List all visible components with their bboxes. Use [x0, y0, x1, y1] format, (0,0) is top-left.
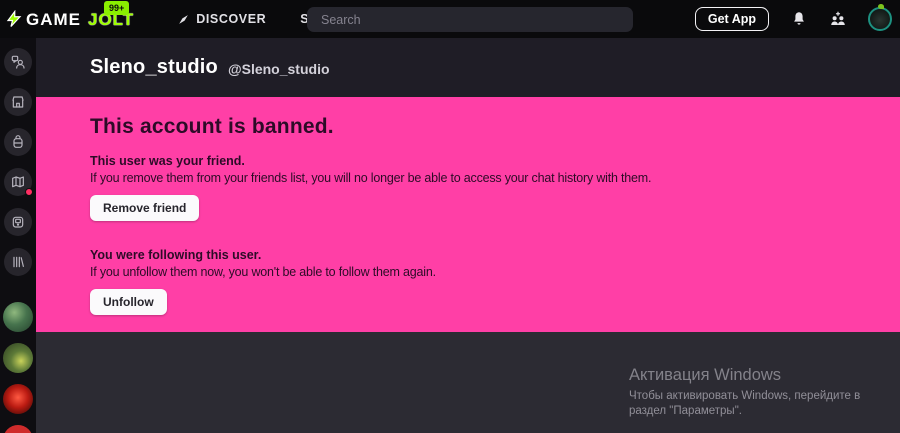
gamejolt-logo[interactable]: GAME JOLT 99+ — [5, 0, 134, 38]
sidebar-quests-button[interactable] — [4, 168, 33, 196]
quests-notification-dot — [25, 188, 33, 196]
friend-heading: This user was your friend. — [90, 154, 245, 168]
watermark-line2: раздел "Параметры". — [629, 405, 742, 417]
sidebar-profile-chat-button[interactable] — [4, 48, 32, 76]
compass-icon — [179, 14, 189, 24]
sidebar-library-button[interactable] — [4, 248, 32, 276]
frog-avatar[interactable] — [3, 302, 33, 332]
sidebar-gamepad-button[interactable] — [4, 208, 32, 236]
follow-section: You were following this user. If you unf… — [90, 248, 846, 315]
page-footer: Активация Windows Чтобы активировать Win… — [36, 332, 900, 433]
profile-display-name: Sleno_studio — [90, 56, 218, 78]
friend-section: This user was your friend. If you remove… — [90, 154, 846, 221]
frog-lips-avatar[interactable] — [3, 343, 33, 373]
left-sidebar — [0, 38, 36, 433]
watermark-title: Активация Windows — [629, 366, 782, 384]
profile-username: @Sleno_studio — [227, 61, 330, 77]
friend-requests-icon[interactable] — [829, 10, 847, 28]
search-input[interactable] — [307, 7, 633, 32]
follow-description: If you unfollow them now, you won't be a… — [90, 265, 436, 279]
topbar-right-group: Get App — [694, 0, 892, 38]
sidebar-store-button[interactable] — [4, 88, 32, 116]
nav-discover-label: DISCOVER — [196, 12, 267, 26]
watermark-line1: Чтобы активировать Windows, перейдите в — [629, 390, 861, 402]
nav-discover[interactable]: DISCOVER — [160, 12, 283, 26]
gamejolt-banned-profile-page: GAME JOLT 99+ DISCOVER STORE ⋮ Get App — [0, 0, 900, 433]
banned-account-banner: This account is banned. This user was yo… — [36, 97, 900, 332]
main-content: Sleno_studio @Sleno_studio This account … — [36, 38, 900, 433]
store-icon — [12, 96, 24, 108]
profile-header: Sleno_studio @Sleno_studio — [36, 38, 900, 97]
notification-count-badge: 99+ — [104, 1, 130, 15]
unfollow-button[interactable]: Unfollow — [90, 289, 167, 315]
sidebar-backpack-button[interactable] — [4, 128, 32, 156]
profile-chat-icon — [11, 55, 25, 69]
user-avatar[interactable] — [868, 4, 892, 31]
topbar: GAME JOLT 99+ DISCOVER STORE ⋮ Get App — [0, 0, 900, 38]
red-creature-avatar[interactable] — [3, 384, 33, 414]
backpack-icon — [13, 135, 23, 148]
banned-title: This account is banned. — [90, 115, 334, 138]
follow-heading: You were following this user. — [90, 248, 262, 262]
remove-friend-button[interactable]: Remove friend — [90, 195, 200, 221]
lightning-bolt-icon — [6, 10, 22, 27]
quests-icon — [12, 176, 24, 188]
friend-description: If you remove them from your friends lis… — [90, 171, 652, 185]
windows-activation-watermark: Активация Windows Чтобы активировать Win… — [629, 366, 860, 419]
logo-text-game: GAME — [26, 9, 81, 29]
santa-avatar[interactable] — [3, 425, 33, 433]
notifications-bell-icon[interactable] — [790, 10, 808, 28]
gamepad-icon — [12, 216, 24, 228]
library-icon — [13, 256, 24, 268]
get-app-button[interactable]: Get App — [694, 7, 769, 31]
